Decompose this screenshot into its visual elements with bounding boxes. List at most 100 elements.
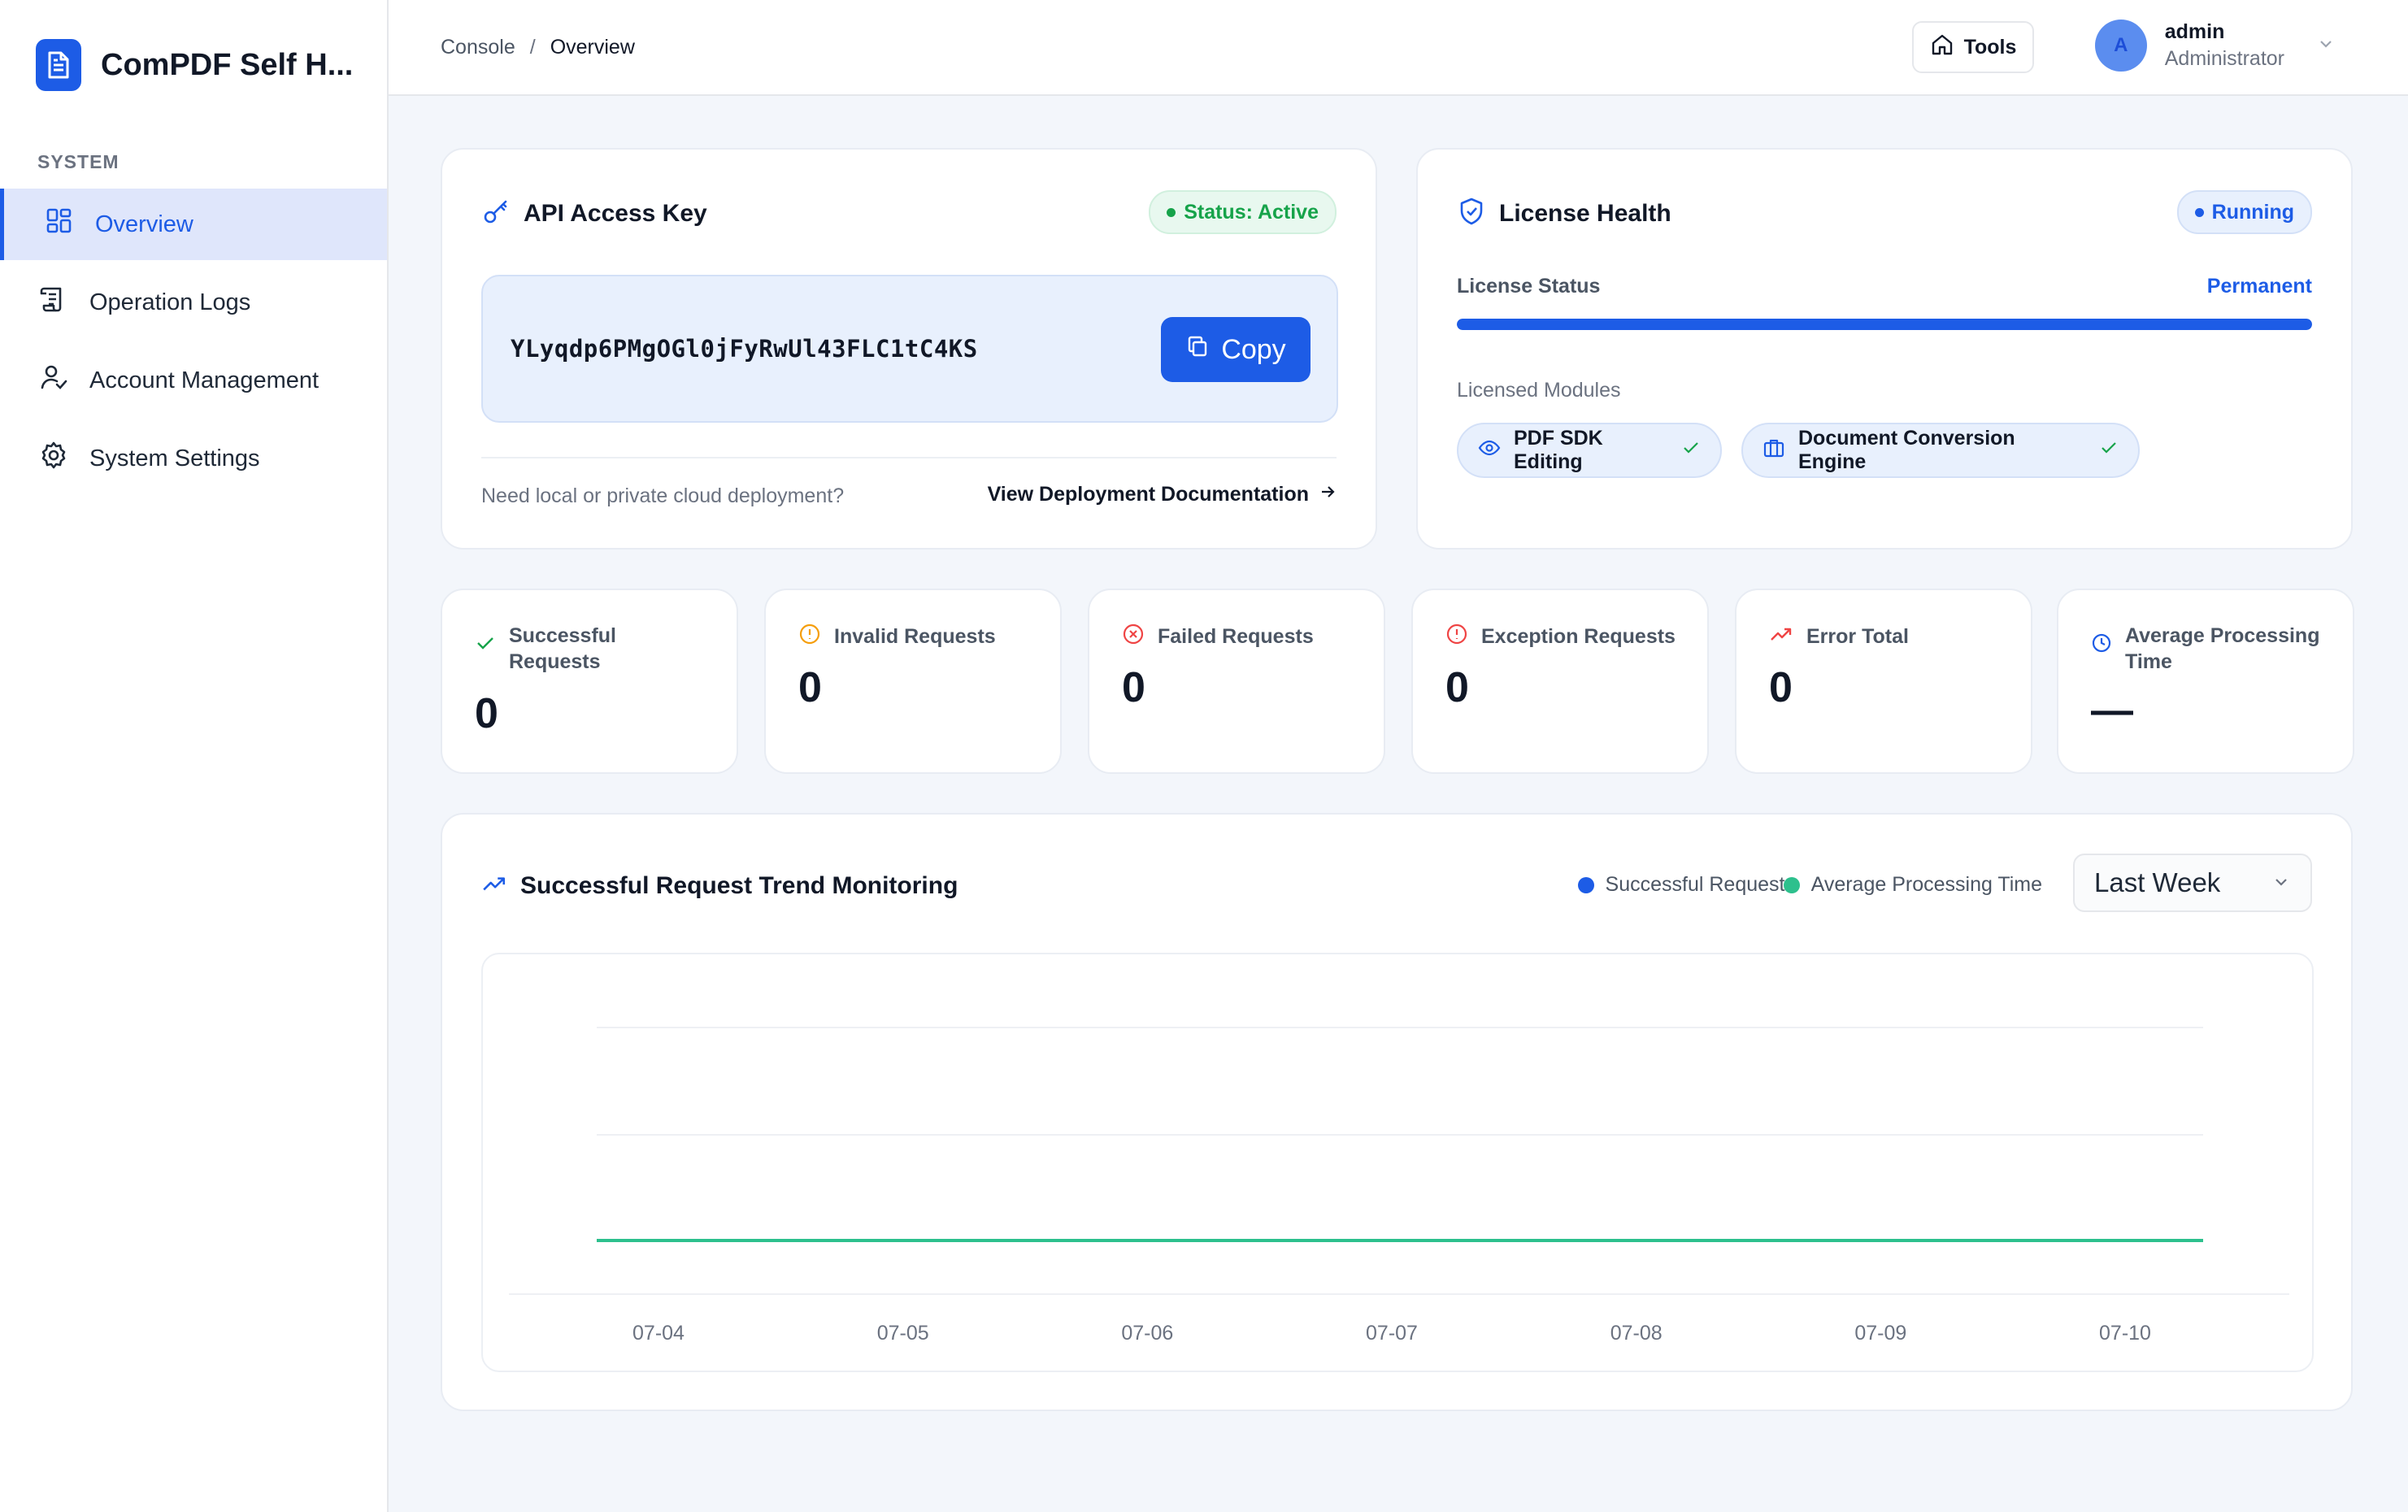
view-docs-label: View Deployment Documentation bbox=[987, 483, 1309, 506]
stat-card-invalid: Invalid Requests 0 bbox=[764, 589, 1062, 774]
stat-label: Invalid Requests bbox=[834, 624, 996, 648]
chevron-down-icon bbox=[2317, 35, 2335, 57]
x-tick-label: 07-07 bbox=[1366, 1322, 1418, 1345]
legend-successful[interactable]: Successful Requests bbox=[1577, 873, 1795, 897]
stat-value: 0 bbox=[798, 664, 822, 711]
api-key-value[interactable]: YLyqdp6PMgOGl0jFyRwUl43FLC1tC4KS bbox=[511, 335, 978, 363]
legend-avg-time[interactable]: Average Processing Time bbox=[1783, 873, 2042, 897]
x-tick-label: 07-09 bbox=[1854, 1322, 1906, 1345]
view-docs-link[interactable]: View Deployment Documentation bbox=[988, 483, 1337, 506]
module-label: PDF SDK Editing bbox=[1514, 427, 1603, 473]
arrow-right-icon bbox=[1319, 483, 1337, 506]
api-key-card: API Access Key Status: Active YLyqdp6PMg… bbox=[441, 148, 1377, 550]
stat-label: Exception Requests bbox=[1481, 624, 1676, 648]
briefcase-icon bbox=[1763, 437, 1785, 465]
copy-icon bbox=[1185, 334, 1210, 366]
stat-label: Average Processing Time bbox=[2125, 624, 2320, 673]
breadcrumb-overview: Overview bbox=[550, 35, 635, 59]
avatar: A bbox=[2094, 20, 2147, 72]
tools-button[interactable]: Tools bbox=[1912, 21, 2034, 73]
trend-chart-area: 07-04 07-05 07-06 07-07 07-08 07-09 07-10 bbox=[481, 953, 2314, 1372]
status-badge-label: Status: Active bbox=[1184, 200, 1319, 224]
key-icon bbox=[481, 197, 511, 230]
api-key-box: YLyqdp6PMgOGl0jFyRwUl43FLC1tC4KS Copy bbox=[481, 275, 1338, 423]
stat-value: 0 bbox=[1445, 664, 1469, 711]
license-card: License Health Running License Status Pe… bbox=[1416, 148, 2353, 550]
running-dot bbox=[2194, 207, 2204, 217]
api-key-title: API Access Key bbox=[524, 199, 707, 227]
trend-title: Successful Request Trend Monitoring bbox=[520, 871, 958, 899]
stat-value: — bbox=[2091, 687, 2133, 734]
license-title: License Health bbox=[1499, 199, 1671, 227]
stat-value: 0 bbox=[1122, 664, 1145, 711]
trend-chart: 07-04 07-05 07-06 07-07 07-08 07-09 07-10 bbox=[509, 1027, 2289, 1345]
legend-dot bbox=[1577, 876, 1594, 893]
trend-up-icon bbox=[1769, 623, 1793, 650]
x-circle-icon bbox=[1122, 623, 1145, 650]
x-tick-label: 07-06 bbox=[1121, 1322, 1173, 1345]
breadcrumb-separator: / bbox=[529, 35, 536, 59]
license-status-label: License Status bbox=[1457, 275, 1601, 298]
stat-card-successful: Successful Requests 0 bbox=[441, 589, 738, 774]
deployment-question: Need local or private cloud deployment? bbox=[481, 484, 845, 507]
sidebar-item-label: Operation Logs bbox=[89, 289, 251, 315]
sidebar-item-system-settings[interactable]: System Settings bbox=[0, 423, 387, 494]
nav-section-label: SYSTEM bbox=[37, 151, 120, 172]
module-chip-pdf-sdk: PDF SDK Editing bbox=[1457, 423, 1722, 478]
sidebar-item-label: Account Management bbox=[89, 367, 319, 393]
license-status-value: Permanent bbox=[2206, 275, 2312, 298]
check-icon bbox=[1681, 438, 1701, 463]
status-dot bbox=[1167, 207, 1176, 217]
stat-label: Failed Requests bbox=[1158, 624, 1314, 648]
user-menu[interactable]: A admin Administrator bbox=[2094, 20, 2335, 72]
sidebar-item-label: System Settings bbox=[89, 445, 260, 471]
alert-circle-icon bbox=[798, 623, 821, 650]
stat-card-avg-time: Average Processing Time — bbox=[2057, 589, 2354, 774]
stat-label: Error Total bbox=[1806, 624, 1909, 648]
stat-card-error-total: Error Total 0 bbox=[1735, 589, 2032, 774]
document-icon bbox=[36, 39, 81, 91]
sidebar-item-overview[interactable]: Overview bbox=[0, 189, 387, 260]
chevron-down-icon bbox=[2271, 867, 2291, 898]
module-chip-conversion: Document Conversion Engine bbox=[1741, 423, 2140, 478]
divider bbox=[481, 457, 1337, 458]
eye-icon bbox=[1478, 437, 1501, 465]
sidebar-item-label: Overview bbox=[95, 211, 193, 237]
legend-dot bbox=[1783, 876, 1800, 893]
sidebar-item-operation-logs[interactable]: Operation Logs bbox=[0, 267, 387, 338]
user-check-icon bbox=[39, 363, 68, 398]
licensed-modules-label: Licensed Modules bbox=[1457, 379, 1621, 402]
x-tick-label: 07-05 bbox=[877, 1322, 929, 1345]
brand[interactable]: ComPDF Self H... bbox=[0, 0, 387, 130]
breadcrumb: Console / Overview bbox=[441, 36, 635, 59]
license-progress-bar bbox=[1457, 319, 2312, 330]
app-name: ComPDF Self H... bbox=[101, 47, 354, 82]
gear-icon bbox=[39, 441, 68, 476]
home-icon bbox=[1930, 33, 1954, 63]
grid-icon bbox=[45, 206, 74, 242]
stat-value: 0 bbox=[1769, 664, 1793, 711]
copy-label: Copy bbox=[1221, 333, 1286, 365]
x-tick-label: 07-10 bbox=[2099, 1322, 2151, 1345]
sidebar: ComPDF Self H... SYSTEM Overview Operati… bbox=[0, 0, 389, 1512]
running-badge: Running bbox=[2176, 190, 2312, 234]
copy-button[interactable]: Copy bbox=[1161, 317, 1310, 382]
user-name: admin bbox=[2164, 20, 2225, 43]
stat-card-failed: Failed Requests 0 bbox=[1088, 589, 1385, 774]
stat-label: Successful Requests bbox=[509, 624, 617, 673]
license-progress-track bbox=[1457, 319, 2312, 330]
range-select[interactable]: Last Week bbox=[2073, 854, 2312, 912]
trend-card: Successful Request Trend Monitoring Succ… bbox=[441, 813, 2353, 1411]
user-role: Administrator bbox=[2164, 47, 2284, 70]
top-header: Console / Overview Tools A admin Adminis… bbox=[389, 0, 2408, 96]
x-tick-label: 07-04 bbox=[632, 1322, 685, 1345]
sidebar-item-account-management[interactable]: Account Management bbox=[0, 345, 387, 416]
status-badge: Status: Active bbox=[1149, 190, 1337, 234]
stat-card-exception: Exception Requests 0 bbox=[1411, 589, 1709, 774]
shield-icon bbox=[1457, 197, 1486, 230]
x-tick-label: 07-08 bbox=[1610, 1322, 1663, 1345]
breadcrumb-console[interactable]: Console bbox=[441, 36, 515, 59]
check-icon bbox=[2099, 438, 2119, 463]
scroll-icon bbox=[39, 285, 68, 320]
stat-value: 0 bbox=[475, 690, 498, 737]
